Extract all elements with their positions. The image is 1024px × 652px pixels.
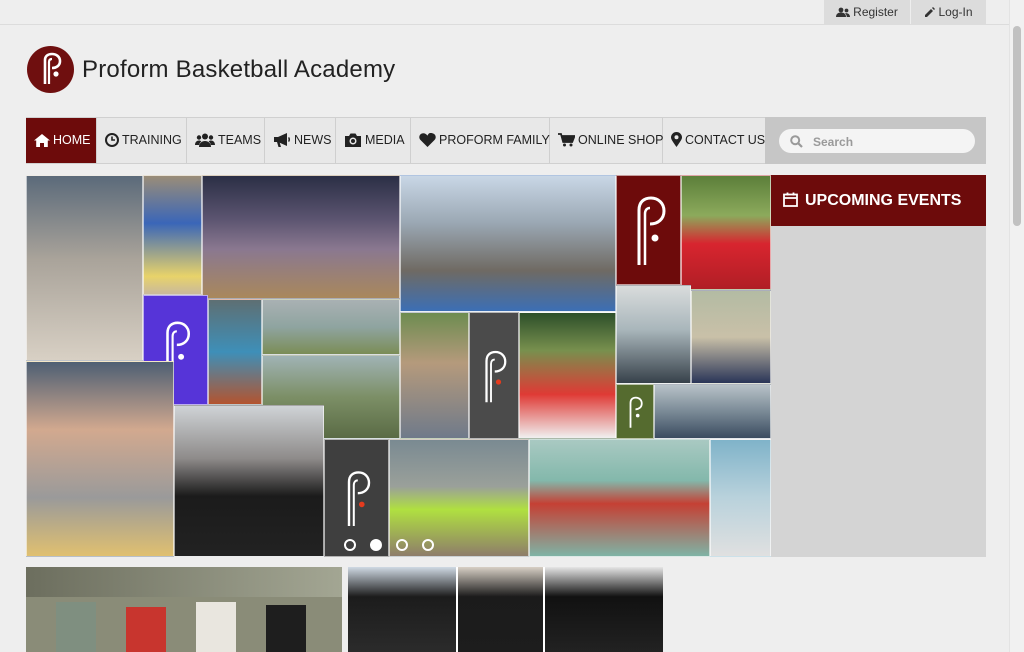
nav-label-media: MEDIA <box>365 133 405 147</box>
slider-dot-2[interactable] <box>370 539 382 551</box>
nav-item-teams[interactable]: TEAMS <box>187 118 265 163</box>
photo-coach-smiling <box>519 312 616 439</box>
nav-label-home: HOME <box>53 133 91 147</box>
search-icon <box>790 135 803 148</box>
nav-item-training[interactable]: TRAINING <box>97 118 187 163</box>
nav-label-proform-family: PROFORM FAMILY <box>439 133 550 147</box>
map-marker-icon <box>671 132 682 147</box>
photo-two-players <box>616 285 691 384</box>
register-label: Register <box>853 5 898 19</box>
nav-search-area <box>765 117 986 164</box>
proform-logo-tile-grey <box>469 312 519 439</box>
slider-dot-4[interactable] <box>422 539 434 551</box>
nav-label-contact-us: CONTACT US <box>685 133 766 147</box>
calendar-icon <box>783 192 798 207</box>
photo-girls-team <box>174 405 324 557</box>
nav-label-training: TRAINING <box>122 133 182 147</box>
bullhorn-icon <box>274 133 290 147</box>
nav-item-online-shop[interactable]: ONLINE SHOP <box>550 118 663 163</box>
photo-gym-hall <box>262 299 400 355</box>
photo-player-blue-court <box>208 299 262 405</box>
hero-photo-slider[interactable] <box>26 175 771 557</box>
site-logo[interactable]: Proform Basketball Academy <box>27 46 395 93</box>
proform-logo-tile <box>616 175 681 285</box>
nav-item-contact-us[interactable]: CONTACT US <box>663 118 765 163</box>
login-label: Log-In <box>938 5 973 19</box>
cart-icon <box>558 133 576 147</box>
photo-boy-with-ball <box>26 361 174 557</box>
search-box[interactable] <box>779 129 975 153</box>
upcoming-events-panel: UPCOMING EVENTS <box>771 175 986 557</box>
photo-kid-thumb-up <box>400 312 469 439</box>
photo-players-seated <box>400 175 616 312</box>
nav-item-media[interactable]: MEDIA <box>336 118 411 163</box>
photo-shooting <box>710 439 771 557</box>
clock-icon <box>105 133 119 147</box>
nav-item-proform-family[interactable]: PROFORM FAMILY <box>411 118 550 163</box>
nav-item-home[interactable]: HOME <box>26 118 97 163</box>
nav-label-news: NEWS <box>294 133 332 147</box>
site-title: Proform Basketball Academy <box>82 55 396 83</box>
upcoming-events-title: UPCOMING EVENTS <box>805 192 962 209</box>
top-utility-bar: Register Log-In <box>0 0 1010 25</box>
photo-team-lineup <box>202 175 400 299</box>
users-icon <box>836 7 851 17</box>
heart-icon <box>419 132 436 147</box>
nav-item-news[interactable]: NEWS <box>265 118 336 163</box>
pencil-icon <box>925 7 936 17</box>
photo-girls-practice <box>654 384 771 439</box>
home-icon <box>34 134 50 147</box>
slider-dot-3[interactable] <box>396 539 408 551</box>
proform-logo-badge <box>27 46 74 93</box>
photo-kids-dribbling <box>26 175 143 361</box>
slider-dots <box>344 539 434 551</box>
main-navigation: HOME TRAINING TEAMS NEWS MEDIA PROFORM F… <box>26 117 986 164</box>
proform-logo-tile-olive <box>616 384 654 439</box>
page-scrollbar[interactable] <box>1009 0 1024 652</box>
upcoming-events-header: UPCOMING EVENTS <box>771 175 986 226</box>
nav-label-online-shop: ONLINE SHOP <box>578 133 664 147</box>
photo-coach-drill <box>529 439 710 557</box>
camera-icon <box>345 133 361 147</box>
photo-team-collage[interactable] <box>348 567 663 652</box>
scrollbar-thumb[interactable] <box>1013 26 1021 226</box>
login-button[interactable]: Log-In <box>911 0 986 24</box>
users-icon <box>195 133 215 147</box>
photo-jump-shot <box>691 290 771 384</box>
photo-coach-red-shirt <box>681 175 771 290</box>
search-input[interactable] <box>811 132 965 152</box>
slider-dot-1[interactable] <box>344 539 356 551</box>
photo-superman-kid <box>143 175 202 295</box>
photo-coaching-session[interactable] <box>26 567 342 652</box>
nav-label-teams: TEAMS <box>218 133 262 147</box>
register-button[interactable]: Register <box>824 0 910 24</box>
